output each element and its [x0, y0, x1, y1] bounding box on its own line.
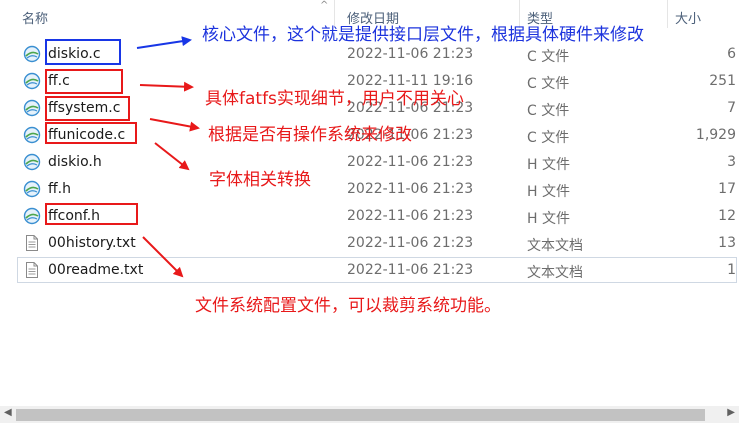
- annotation-ffconf: 文件系统配置文件，可以裁剪系统功能。: [195, 296, 501, 316]
- arrow-ffunicode: [154, 142, 190, 171]
- annotation-arrows: [136, 36, 200, 278]
- scroll-right-icon[interactable]: ▶: [727, 407, 735, 418]
- arrow-ffsystem: [149, 118, 200, 132]
- horizontal-scrollbar[interactable]: ◀ ▶: [0, 406, 739, 423]
- scroll-left-icon[interactable]: ◀: [4, 407, 12, 418]
- annotation-ffunicode: 字体相关转换: [209, 170, 311, 190]
- annotation-diskio: 核心文件，这个就是提供接口层文件，根据具体硬件来修改: [202, 25, 644, 45]
- arrow-diskio: [136, 36, 192, 49]
- scrollbar-thumb[interactable]: [16, 409, 705, 421]
- arrow-ffconf: [142, 236, 184, 278]
- arrow-ffc: [139, 81, 194, 92]
- annotation-ffsystem: 根据是否有操作系统来修改: [208, 125, 412, 145]
- annotation-ffc: 具体fatfs实现细节，用户不用关心: [205, 89, 464, 109]
